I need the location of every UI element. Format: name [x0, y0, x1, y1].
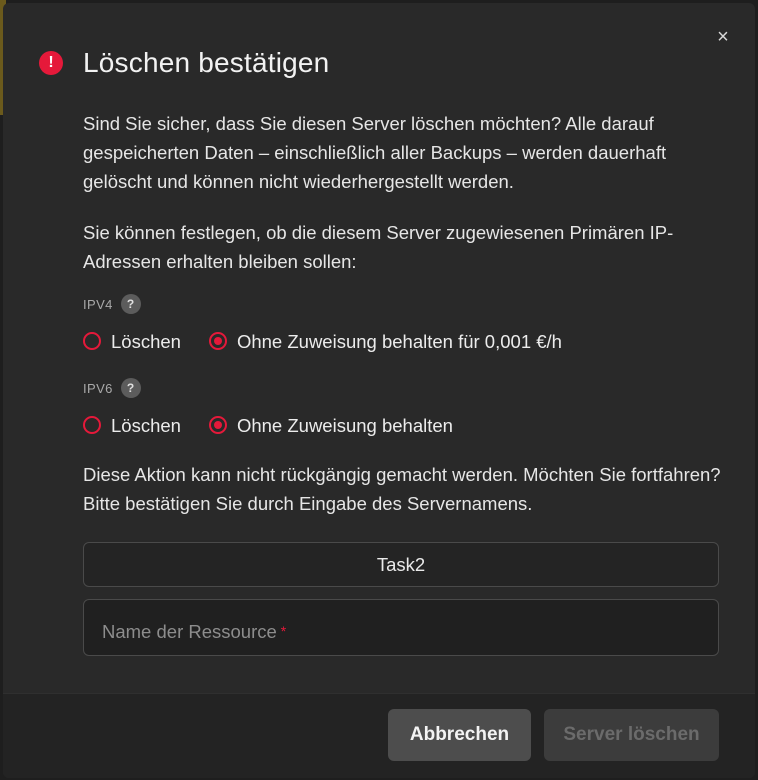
delete-confirm-dialog: × ! Löschen bestätigen Sind Sie sicher, … [3, 3, 755, 778]
ipv6-group-label: IPV6 ? [83, 376, 723, 400]
dialog-content: Sind Sie sicher, dass Sie diesen Server … [83, 109, 723, 656]
resource-name-input[interactable] [84, 600, 718, 655]
dialog-footer: Abbrechen Server löschen [3, 693, 755, 778]
radio-checked-icon[interactable] [208, 332, 227, 350]
ip-info-text: Sie können festlegen, ob die diesem Serv… [83, 222, 674, 272]
confirm-instruction-text: Diese Aktion kann nicht rückgängig gemac… [83, 464, 721, 514]
ipv6-option-delete[interactable]: Löschen [83, 411, 181, 440]
ipv4-label: IPV4 [83, 296, 113, 312]
dialog-header: ! Löschen bestätigen [39, 47, 329, 79]
help-circle-icon[interactable]: ? [120, 294, 141, 314]
ipv4-option-keep-label: Ohne Zuweisung behalten für 0,001 €/h [236, 330, 562, 352]
ipv4-group-label: IPV4 ? [83, 292, 723, 316]
ipv4-option-delete[interactable]: Löschen [83, 327, 181, 356]
help-circle-icon[interactable]: ? [120, 378, 141, 398]
ipv6-option-delete-label: Löschen [111, 414, 181, 436]
warning-text: Sind Sie sicher, dass Sie diesen Server … [83, 113, 667, 192]
resource-name-field[interactable]: Name der Ressource * [83, 599, 719, 656]
ipv4-option-keep[interactable]: Ohne Zuweisung behalten für 0,001 €/h [208, 327, 562, 356]
radio-unchecked-icon[interactable] [83, 416, 101, 434]
ipv6-label: IPV6 [83, 380, 113, 396]
server-name-display: Task2 [83, 542, 719, 587]
ipv4-radio-group: Löschen Ohne Zuweisung behalten für 0,00… [83, 324, 723, 358]
radio-checked-icon[interactable] [208, 416, 227, 434]
ipv6-option-keep[interactable]: Ohne Zuweisung behalten [208, 411, 453, 440]
ipv4-option-delete-label: Löschen [111, 330, 181, 352]
ipv6-option-keep-label: Ohne Zuweisung behalten [236, 414, 453, 436]
ipv6-radio-group: Löschen Ohne Zuweisung behalten [83, 408, 723, 442]
cancel-button[interactable]: Abbrechen [388, 709, 531, 761]
dialog-title: Löschen bestätigen [83, 47, 330, 78]
delete-server-button[interactable]: Server löschen [544, 709, 719, 761]
alert-circle-icon: ! [39, 51, 63, 75]
radio-unchecked-icon[interactable] [83, 332, 101, 350]
close-icon[interactable]: × [713, 27, 733, 47]
